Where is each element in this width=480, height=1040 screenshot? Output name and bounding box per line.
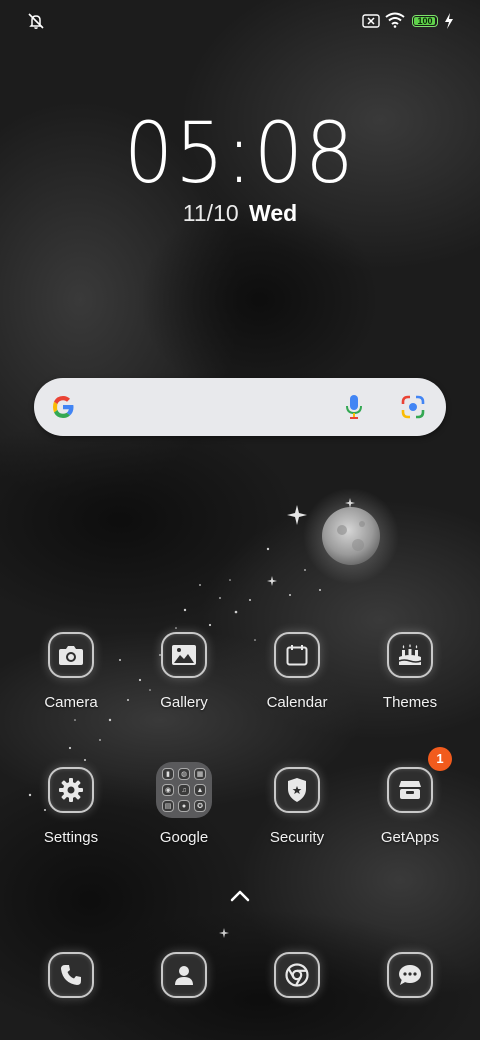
google-logo-icon [53, 396, 74, 418]
chevron-up-icon[interactable] [230, 889, 250, 903]
mini-app-icon: ✪ [194, 800, 206, 812]
app-label-security: Security [269, 829, 325, 846]
phone-icon [48, 952, 94, 998]
mini-app-icon: ▦ [194, 768, 206, 780]
getapps-icon [387, 767, 433, 813]
settings-icon [48, 767, 94, 813]
clock-time: 05:08 [124, 104, 356, 202]
wifi-icon [385, 12, 405, 28]
app-security[interactable]: Security [247, 767, 347, 846]
date-value: 11/10 [182, 200, 239, 226]
app-label-google: Google [159, 829, 209, 846]
mini-app-icon: ◉ [162, 784, 174, 796]
google-search-bar[interactable] [34, 378, 446, 436]
charging-icon [445, 13, 453, 29]
app-label-getapps: GetApps [380, 829, 440, 846]
security-icon [274, 767, 320, 813]
mini-app-icon: ● [178, 800, 190, 812]
google-lens-icon[interactable] [400, 394, 426, 420]
calendar-icon [274, 632, 320, 678]
contacts-icon [161, 952, 207, 998]
mini-app-icon: ♫ [178, 784, 190, 796]
themes-icon [387, 632, 433, 678]
app-label-gallery: Gallery [160, 694, 208, 711]
folder-icon: ▮ ◍ ▦ ◉ ♫ ▲ ▤ ● ✪ [156, 762, 212, 818]
app-calendar[interactable]: Calendar [247, 632, 347, 711]
app-settings[interactable]: Settings [21, 767, 121, 846]
notifications-off-icon [28, 13, 44, 29]
battery-icon: 100 [412, 15, 438, 27]
dock-phone[interactable] [21, 952, 121, 998]
mini-app-icon: ▮ [162, 768, 174, 780]
app-getapps[interactable]: GetApps [360, 767, 460, 846]
mini-app-icon: ◍ [178, 768, 190, 780]
dock-messages[interactable] [360, 952, 460, 998]
app-gallery[interactable]: Gallery [134, 632, 234, 711]
status-bar: 100 [0, 0, 480, 44]
app-google-folder[interactable]: ▮ ◍ ▦ ◉ ♫ ▲ ▤ ● ✪ Google [134, 762, 234, 846]
app-label-calendar: Calendar [266, 694, 328, 711]
camera-icon [48, 632, 94, 678]
messages-icon [387, 952, 433, 998]
date-line: 11/10 Wed [0, 200, 480, 227]
app-label-settings: Settings [43, 829, 99, 846]
mini-app-icon: ▤ [162, 800, 174, 812]
gallery-icon [161, 632, 207, 678]
dock-contacts[interactable] [134, 952, 234, 998]
microphone-icon[interactable] [344, 393, 364, 421]
app-label-camera: Camera [44, 694, 98, 711]
chrome-icon [274, 952, 320, 998]
app-label-themes: Themes [382, 694, 438, 711]
no-sim-icon [362, 14, 380, 28]
battery-level: 100 [417, 16, 433, 26]
weekday: Wed [249, 200, 298, 226]
app-themes[interactable]: Themes [360, 632, 460, 711]
app-camera[interactable]: Camera [21, 632, 121, 711]
dock-chrome[interactable] [247, 952, 347, 998]
mini-app-icon: ▲ [194, 784, 206, 796]
notification-badge: 1 [428, 747, 452, 771]
